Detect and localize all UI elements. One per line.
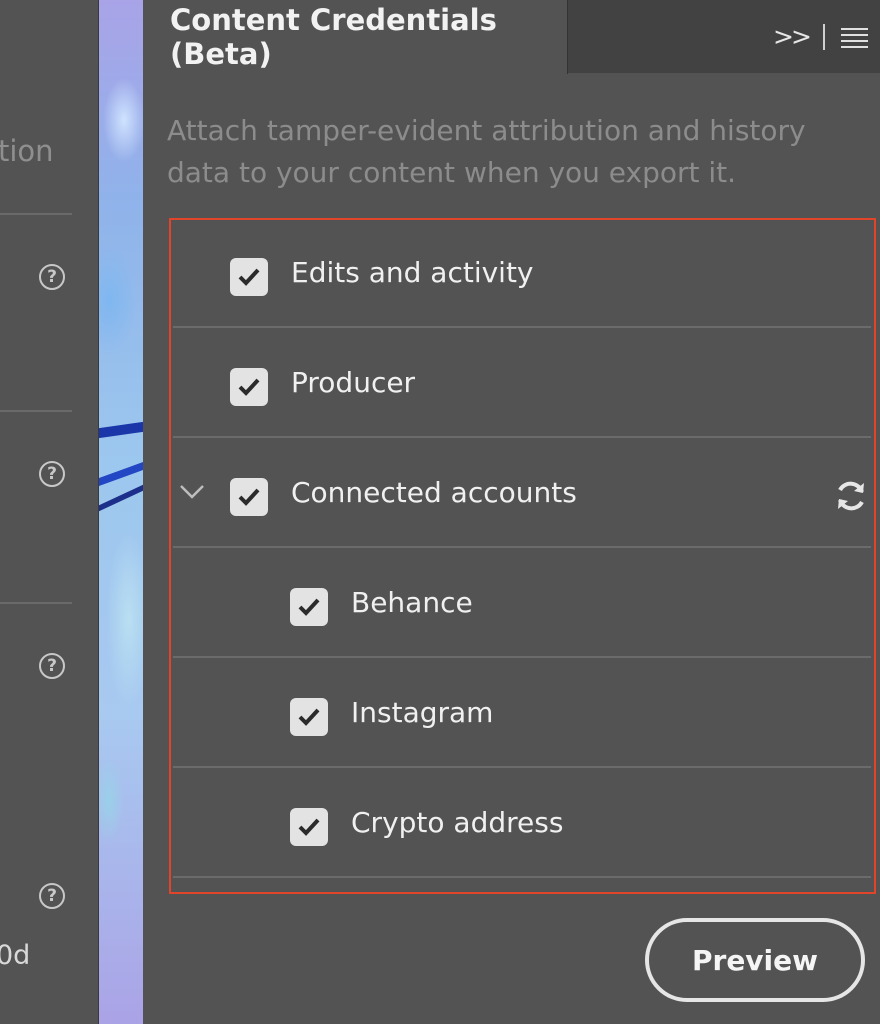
header-separator <box>823 24 825 50</box>
content-credentials-panel: Content Credentials (Beta) >> Attach tam… <box>143 0 880 1024</box>
help-icon[interactable]: ? <box>39 883 65 909</box>
checkmark-icon <box>238 378 260 396</box>
checkbox-crypto-address[interactable] <box>290 808 328 846</box>
checkmark-icon <box>238 268 260 286</box>
option-row-edits-and-activity: Edits and activity <box>173 220 871 328</box>
checkbox-behance[interactable] <box>290 588 328 626</box>
left-divider <box>0 602 72 604</box>
checkmark-icon <box>298 708 320 726</box>
left-panel-bottom-fragment: 0d <box>0 940 31 971</box>
option-label: Producer <box>291 366 416 399</box>
help-icon[interactable]: ? <box>39 461 65 487</box>
chevron-down-icon[interactable] <box>179 484 205 500</box>
left-divider <box>0 410 72 412</box>
panel-header: Content Credentials (Beta) >> <box>143 0 880 74</box>
credentials-options-list: Edits and activity Producer Connected ac… <box>169 218 876 894</box>
left-panel: tion ? ? ? ? 0d <box>0 0 99 1024</box>
option-row-instagram: Instagram <box>173 660 871 768</box>
collapse-panel-icon[interactable]: >> <box>773 22 812 51</box>
option-label: Behance <box>351 586 473 619</box>
help-icon[interactable]: ? <box>39 653 65 679</box>
checkbox-instagram[interactable] <box>290 698 328 736</box>
panel-title: Content Credentials (Beta) <box>170 3 497 71</box>
option-row-connected-accounts: Connected accounts <box>173 440 871 548</box>
option-label: Edits and activity <box>291 256 534 289</box>
option-label: Instagram <box>351 696 494 729</box>
preview-button[interactable]: Preview <box>645 918 865 1002</box>
option-row-behance: Behance <box>173 550 871 658</box>
sync-icon[interactable] <box>833 478 869 514</box>
left-panel-fragment-text: tion <box>0 134 54 168</box>
checkbox-edits-and-activity[interactable] <box>230 258 268 296</box>
help-icon[interactable]: ? <box>39 264 65 290</box>
option-label: Crypto address <box>351 806 564 839</box>
checkmark-icon <box>298 818 320 836</box>
checkbox-producer[interactable] <box>230 368 268 406</box>
panel-description: Attach tamper-evident attribution and hi… <box>167 114 806 189</box>
checkmark-icon <box>238 488 260 506</box>
checkmark-icon <box>298 598 320 616</box>
option-row-crypto-address: Crypto address <box>173 770 871 878</box>
option-label: Connected accounts <box>291 476 577 509</box>
option-row-producer: Producer <box>173 330 871 438</box>
checkbox-connected-accounts[interactable] <box>230 478 268 516</box>
panel-menu-icon[interactable] <box>841 28 868 52</box>
artwork-canvas <box>99 0 143 1024</box>
tab-content-credentials[interactable]: Content Credentials (Beta) <box>143 0 568 74</box>
left-divider <box>0 213 72 215</box>
